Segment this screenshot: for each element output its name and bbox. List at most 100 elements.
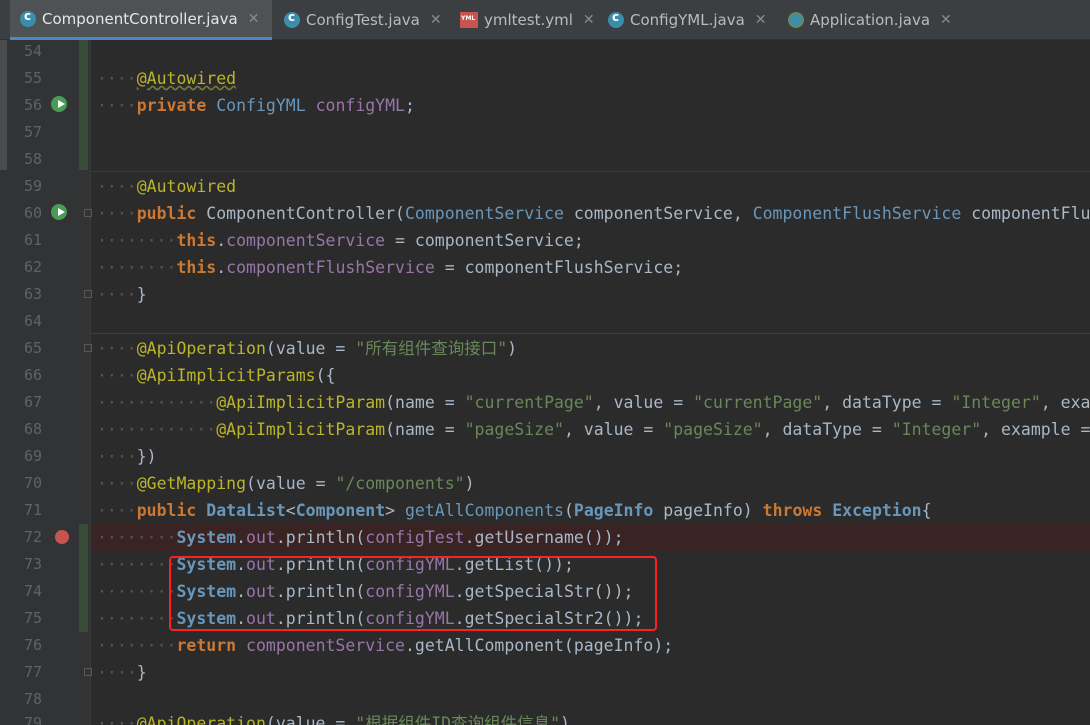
line-number: 61 xyxy=(23,231,42,249)
code-line-56: ····private ConfigYML configYML; xyxy=(97,96,415,115)
code-text: } xyxy=(136,663,147,682)
tab-ymltest[interactable]: ymltest.yml ✕ xyxy=(460,0,595,40)
code-text: (value = xyxy=(265,714,356,725)
keyword: this xyxy=(176,258,217,277)
editor-tab-bar: ComponentController.java ✕ ConfigTest.ja… xyxy=(0,0,1090,40)
keyword: throws xyxy=(762,501,823,520)
field-name: componentService xyxy=(246,636,405,655)
type-name: PageInfo xyxy=(573,501,654,520)
annotation: @GetMapping xyxy=(136,474,247,493)
string-literal: "pageSize" xyxy=(663,420,763,439)
code-text: (name = xyxy=(385,420,465,439)
code-line-70: ····@GetMapping(value = "/components") xyxy=(97,474,475,493)
keyword: public xyxy=(136,501,197,520)
close-icon[interactable]: ✕ xyxy=(583,12,595,28)
keyword: public xyxy=(136,204,197,223)
field-name: out xyxy=(246,528,276,547)
code-line-68: ············@ApiImplicitParam(name = "pa… xyxy=(91,416,1090,443)
code-line-77: ····} xyxy=(97,663,147,682)
punct: < xyxy=(285,501,296,520)
tab-configtest[interactable]: ConfigTest.java ✕ xyxy=(284,0,442,40)
tab-configyml[interactable]: ConfigYML.java ✕ xyxy=(608,0,767,40)
code-text: , dataType = xyxy=(822,393,952,412)
type-name: Exception xyxy=(832,501,922,520)
code-text: = componentService; xyxy=(385,231,584,250)
line-number: 68 xyxy=(23,420,42,438)
code-line-67: ············@ApiImplicitParam(name = "cu… xyxy=(91,389,1090,416)
line-number: 76 xyxy=(23,636,42,654)
annotation: @ApiOperation xyxy=(136,339,266,358)
line-number: 71 xyxy=(23,501,42,519)
code-line-55: ····@Autowired xyxy=(97,69,237,88)
line-number: 59 xyxy=(23,177,42,195)
annotation: @ApiImplicitParam xyxy=(216,393,386,412)
code-text: (name = xyxy=(385,393,465,412)
line-number: 72 xyxy=(23,528,42,546)
type-name: ComponentService xyxy=(404,204,564,223)
tab-label: ConfigYML.java xyxy=(630,11,745,29)
field-name: configYML xyxy=(315,96,405,115)
line-number: 62 xyxy=(23,258,42,276)
string-literal: "所有组件查询接口" xyxy=(355,339,508,358)
line-number: 70 xyxy=(23,474,42,492)
code-line-65: ····@ApiOperation(value = "所有组件查询接口") xyxy=(97,339,518,358)
code-line-79: ····@ApiOperation(value = "根据组件ID查询组件信息"… xyxy=(91,710,570,725)
method-call: println( xyxy=(285,528,366,547)
change-marker xyxy=(79,40,88,170)
code-text: (value = xyxy=(246,474,336,493)
punct: ( xyxy=(563,501,574,520)
string-literal: "根据组件ID查询组件信息" xyxy=(355,714,561,725)
punct: . xyxy=(216,258,227,277)
punct: . xyxy=(275,528,286,547)
code-text: ) xyxy=(464,474,475,493)
spring-bean-run-icon[interactable] xyxy=(51,96,67,112)
java-class-icon xyxy=(284,10,300,28)
line-number: 65 xyxy=(23,339,42,357)
line-number: 69 xyxy=(23,447,42,465)
close-icon[interactable]: ✕ xyxy=(430,12,442,28)
close-icon[interactable]: ✕ xyxy=(755,12,767,28)
code-line-66: ····@ApiImplicitParams({ xyxy=(97,366,336,385)
tab-application[interactable]: Application.java ✕ xyxy=(788,0,952,40)
code-text: }) xyxy=(136,447,157,466)
change-marker xyxy=(79,524,88,632)
spring-bean-run-icon[interactable] xyxy=(51,204,67,220)
line-number: 63 xyxy=(23,285,42,303)
code-text: (value = xyxy=(265,339,356,358)
code-text: , example = xyxy=(1040,393,1090,412)
line-number: 66 xyxy=(23,366,42,384)
method-name: getAllComponents xyxy=(405,501,564,520)
string-literal: "/components" xyxy=(335,474,465,493)
close-icon[interactable]: ✕ xyxy=(248,11,260,27)
string-literal: "Integer" xyxy=(891,420,982,439)
annotation: @ApiImplicitParam xyxy=(216,420,386,439)
highlight-box xyxy=(169,556,657,631)
method-separator xyxy=(91,333,1090,334)
tab-label: ConfigTest.java xyxy=(306,11,420,29)
string-literal: "currentPage" xyxy=(464,393,594,412)
tab-label: Application.java xyxy=(810,11,931,29)
code-text: ({ xyxy=(315,366,336,385)
code-text: } xyxy=(136,285,147,304)
yml-file-icon xyxy=(460,12,478,28)
code-line-62: ········this.componentFlushService = com… xyxy=(97,258,684,277)
code-text: ) xyxy=(560,714,570,725)
code-text: .getAllComponent(pageInfo); xyxy=(404,636,674,655)
line-number: 57 xyxy=(23,123,42,141)
java-class-icon xyxy=(608,10,624,28)
spring-app-icon xyxy=(788,12,804,28)
string-literal: "currentPage" xyxy=(693,393,823,412)
punct: . xyxy=(236,528,247,547)
type-name: Component xyxy=(295,501,386,520)
code-line-60: ····public ComponentController(Component… xyxy=(91,200,1090,227)
code-text: , value = xyxy=(593,393,694,412)
close-icon[interactable]: ✕ xyxy=(940,12,952,28)
class-name: System xyxy=(176,528,237,547)
code-line-76: ········return componentService.getAllCo… xyxy=(97,636,674,655)
code-text: , example = xyxy=(981,420,1090,439)
annotation: @Autowired xyxy=(136,177,237,196)
code-text: .getUsername()); xyxy=(464,528,624,547)
breakpoint-icon[interactable] xyxy=(55,530,69,544)
line-number: 58 xyxy=(23,150,42,168)
tab-componentcontroller[interactable]: ComponentController.java ✕ xyxy=(10,0,272,40)
